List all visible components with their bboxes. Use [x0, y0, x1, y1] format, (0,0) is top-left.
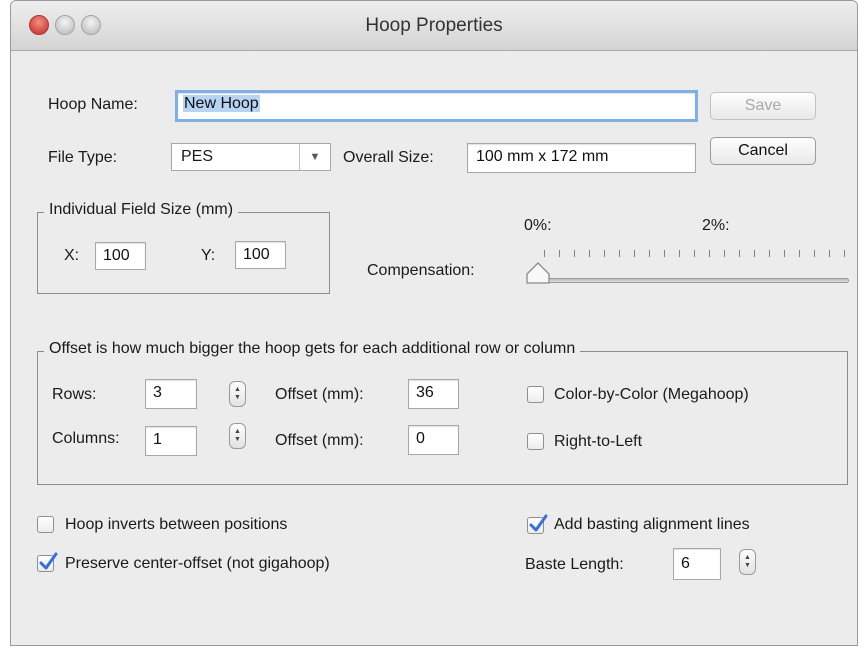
slider-tick [589, 250, 590, 257]
columns-input[interactable]: 1 [145, 426, 197, 456]
slider-tick [799, 250, 800, 257]
stepper-down-icon[interactable]: ▼ [740, 562, 755, 570]
columns-offset-label: Offset (mm): [275, 432, 364, 449]
slider-tick [604, 250, 605, 257]
baste-length-label: Baste Length: [525, 556, 624, 573]
compensation-min-label: 0%: [524, 217, 552, 234]
stepper-down-icon[interactable]: ▼ [230, 436, 245, 444]
columns-stepper[interactable]: ▲ ▼ [229, 423, 246, 449]
slider-tick [634, 250, 635, 257]
rows-input[interactable]: 3 [145, 379, 197, 409]
baste-length-stepper[interactable]: ▲ ▼ [739, 549, 756, 575]
stepper-up-icon[interactable]: ▲ [230, 386, 245, 394]
slider-tick [679, 250, 680, 257]
file-type-value: PES [181, 148, 214, 165]
compensation-slider-track[interactable] [529, 278, 849, 283]
chevron-down-icon: ▼ [299, 144, 330, 170]
color-by-color-label: Color-by-Color (Megahoop) [554, 386, 749, 403]
overall-size-label: Overall Size: [343, 149, 434, 166]
compensation-max-label: 2%: [702, 217, 730, 234]
columns-offset-input[interactable]: 0 [408, 425, 459, 455]
slider-tick [694, 250, 695, 257]
compensation-label: Compensation: [367, 262, 475, 279]
slider-tick [844, 250, 845, 257]
rows-label: Rows: [52, 386, 97, 403]
slider-tick [724, 250, 725, 257]
offset-legend: Offset is how much bigger the hoop gets … [44, 339, 581, 359]
slider-tick [619, 250, 620, 257]
file-type-label: File Type: [48, 149, 118, 166]
x-input[interactable]: 100 [95, 242, 146, 270]
rows-stepper[interactable]: ▲ ▼ [229, 381, 246, 407]
compensation-slider-knob[interactable] [524, 261, 552, 287]
add-basting-label: Add basting alignment lines [554, 516, 750, 533]
slider-tick [709, 250, 710, 257]
slider-tick [814, 250, 815, 257]
cancel-button[interactable]: Cancel [710, 137, 816, 165]
add-basting-checkbox[interactable] [527, 514, 548, 534]
stepper-down-icon[interactable]: ▼ [230, 394, 245, 402]
save-button[interactable]: Save [710, 92, 816, 120]
slider-tick [829, 250, 830, 257]
overall-size-field: 100 mm x 172 mm [467, 143, 696, 173]
hoop-inverts-checkbox[interactable] [37, 516, 54, 533]
columns-label: Columns: [52, 430, 120, 447]
x-label: X: [64, 247, 80, 264]
slider-tick [559, 250, 560, 257]
offset-group [37, 351, 848, 485]
slider-tick [769, 250, 770, 257]
rows-offset-input[interactable]: 36 [408, 379, 459, 409]
color-by-color-checkbox[interactable] [527, 386, 544, 403]
y-label: Y: [201, 247, 216, 264]
checkmark-icon [39, 552, 58, 570]
slider-tick [574, 250, 575, 257]
slider-tick [784, 250, 785, 257]
stepper-up-icon[interactable]: ▲ [740, 554, 755, 562]
hoop-name-label: Hoop Name: [48, 96, 138, 113]
slider-tick [544, 250, 545, 257]
right-to-left-checkbox[interactable] [527, 433, 544, 450]
slider-tick [664, 250, 665, 257]
hoop-inverts-label: Hoop inverts between positions [65, 516, 288, 533]
file-type-select[interactable]: PES ▼ [171, 143, 331, 171]
baste-length-input[interactable]: 6 [673, 548, 721, 580]
hoop-name-input[interactable]: New Hoop [175, 90, 698, 122]
slider-tick [739, 250, 740, 257]
field-size-legend: Individual Field Size (mm) [44, 200, 239, 220]
rows-offset-label: Offset (mm): [275, 386, 364, 403]
field-size-group [37, 212, 330, 294]
checkmark-icon [529, 514, 548, 532]
window-title: Hoop Properties [365, 15, 503, 36]
y-input[interactable]: 100 [235, 241, 286, 269]
stepper-up-icon[interactable]: ▲ [230, 428, 245, 436]
right-to-left-label: Right-to-Left [554, 433, 643, 450]
title-bar: Hoop Properties [11, 1, 857, 51]
hoop-properties-window: Hoop Properties Hoop Name: New Hoop Save… [10, 0, 858, 646]
slider-tick [649, 250, 650, 257]
slider-tick [754, 250, 755, 257]
preserve-center-label: Preserve center-offset (not gigahoop) [65, 555, 330, 572]
preserve-center-checkbox[interactable] [37, 552, 58, 572]
hoop-name-value: New Hoop [183, 95, 260, 112]
slider-ticks [544, 250, 845, 260]
